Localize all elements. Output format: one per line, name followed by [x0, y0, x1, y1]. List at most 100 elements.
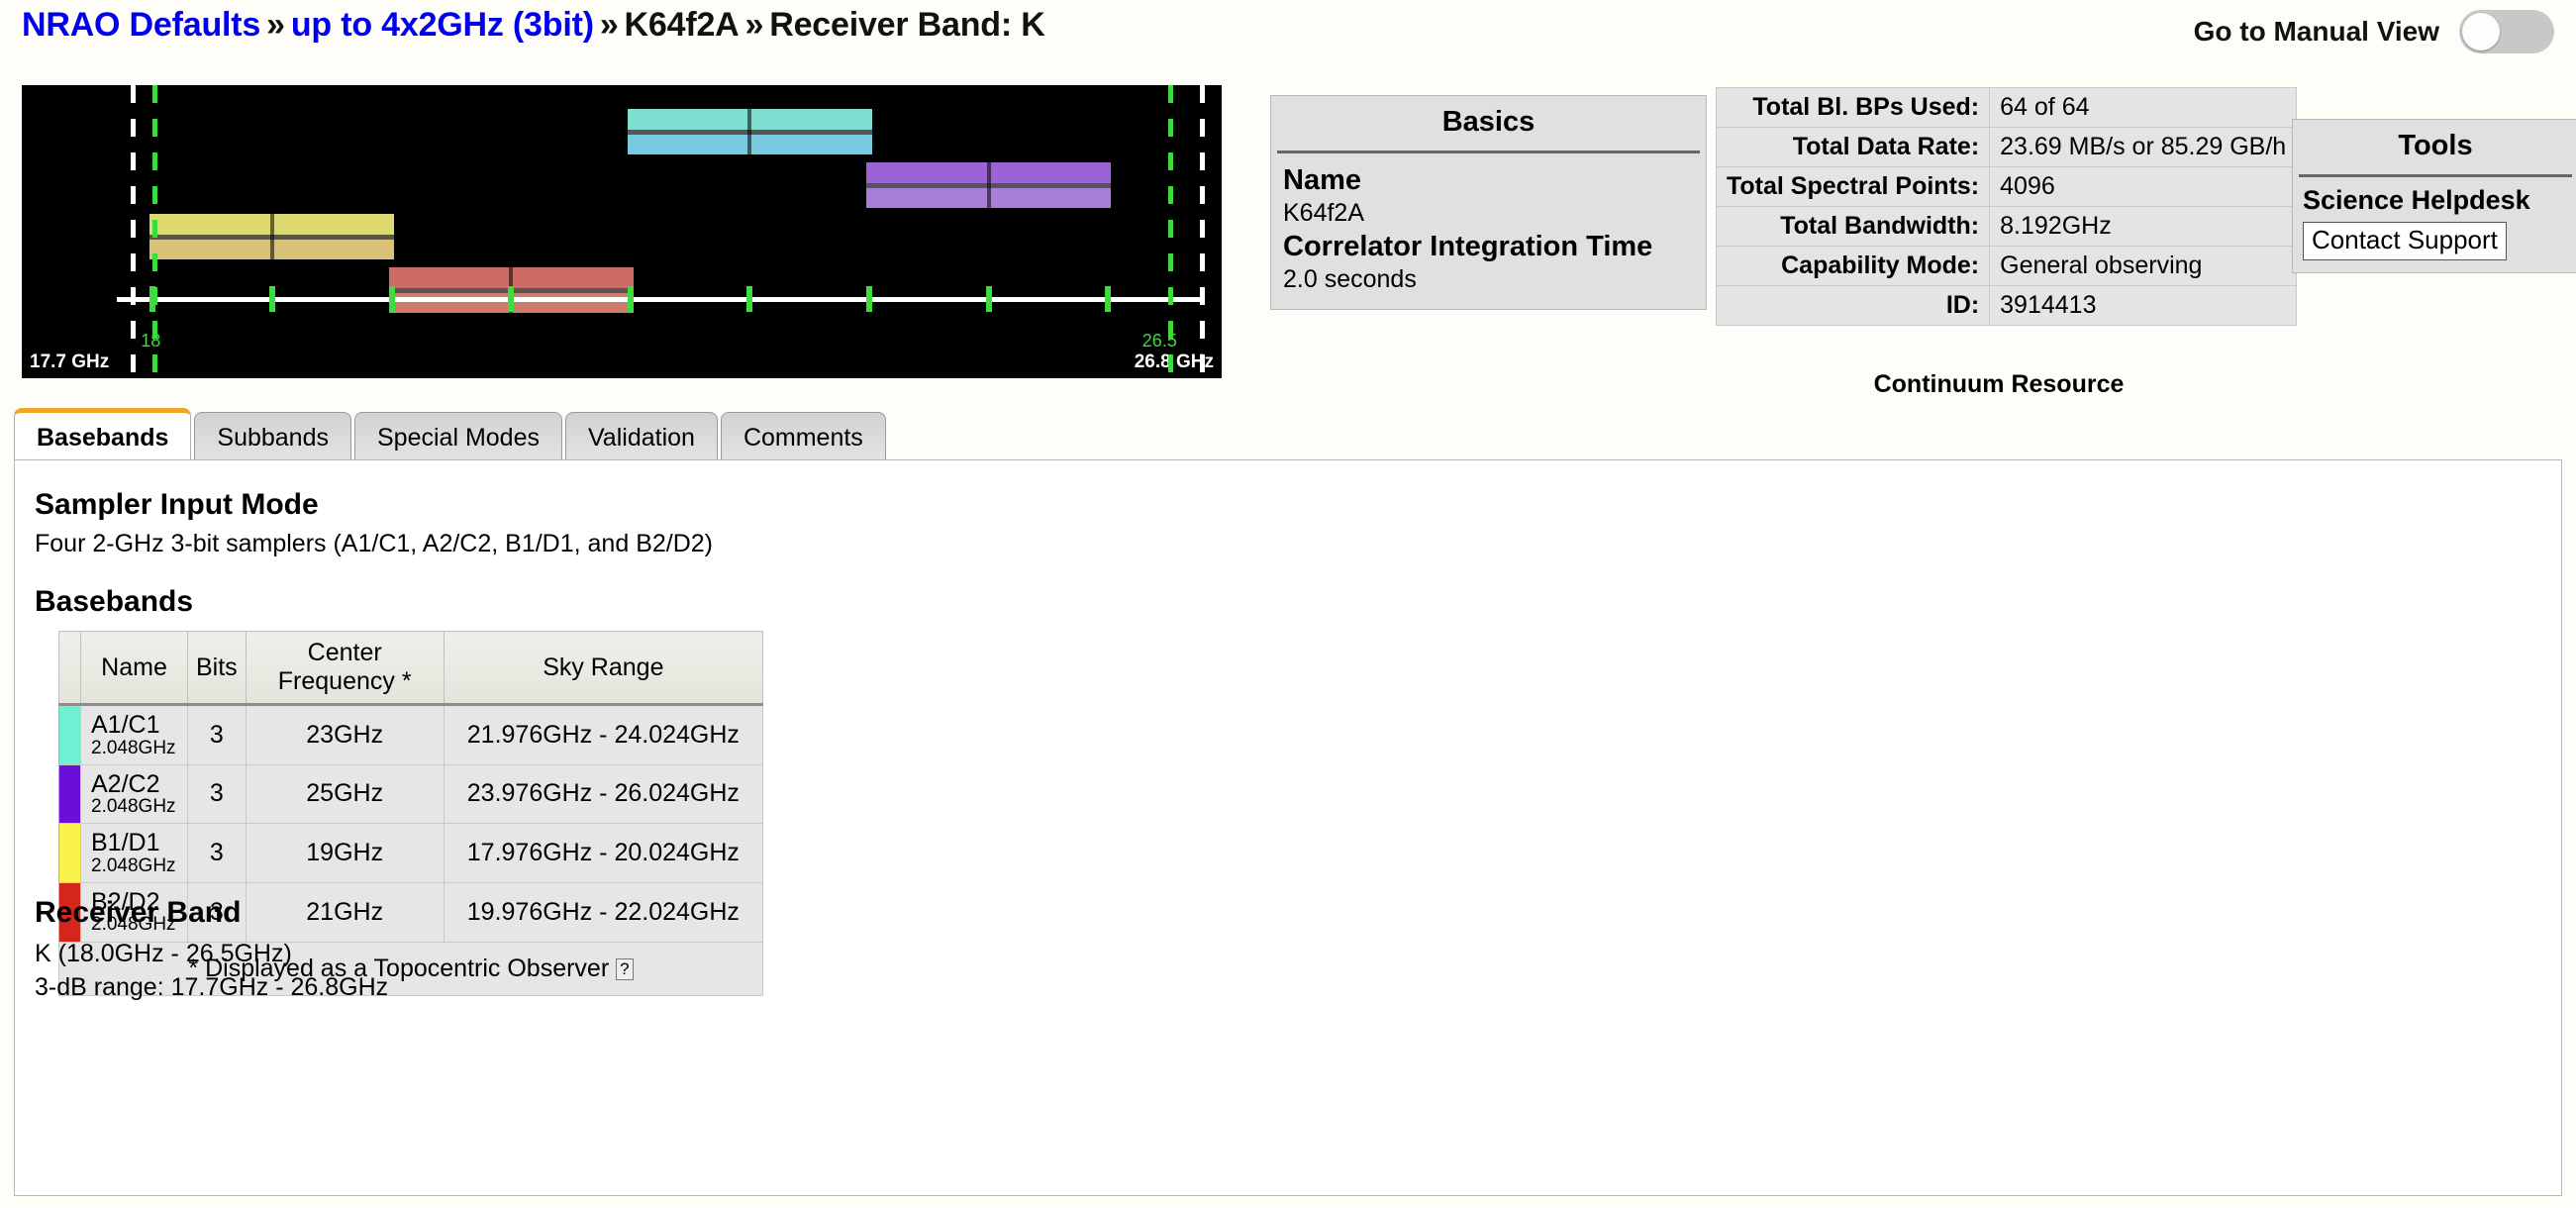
receiver-band-heading: Receiver Band [35, 896, 242, 929]
summary-label: Total Bandwidth: [1715, 206, 1991, 247]
tab-bar[interactable]: Basebands Subbands Special Modes Validation… [14, 408, 889, 463]
baseband-name: A1/C1 [91, 711, 160, 739]
resource-summary-table: Total Bl. BPs Used: 64 of 64 Total Data Ra… [1715, 87, 2298, 326]
bb-header-swatch[interactable] [58, 631, 81, 706]
spectrum-display[interactable]: 18 26.5 17.7 GHz 26.8 GHz [22, 85, 1222, 378]
summary-row: Total Spectral Points: 4096 [1715, 166, 2298, 207]
basics-title: Basics [1441, 106, 1536, 138]
axis-label-band-min: 18 [141, 331, 161, 351]
summary-value: 3914413 [1989, 285, 2298, 326]
baseband-sky-range: 23.976GHz - 26.024GHz [443, 763, 764, 825]
axis-tick-21 [508, 286, 515, 312]
baseband-bits: 3 [187, 823, 247, 883]
manual-view-toggle[interactable] [2459, 10, 2554, 53]
breadcrumb: NRAO Defaults» up to 4x2GHz (3bit)» K64f2A… [22, 6, 1045, 45]
tab-subbands[interactable]: Subbands [194, 412, 351, 463]
baseband-bandwidth: 2.048GHz [91, 796, 176, 818]
band-center-marker [269, 214, 274, 259]
basics-integration-time-label: Correlator Integration Time [1283, 230, 1653, 262]
summary-value: 64 of 64 [1989, 87, 2298, 128]
breadcrumb-item-2[interactable]: up to 4x2GHz (3bit) [291, 6, 594, 44]
summary-row: ID: 3914413 [1715, 285, 2298, 326]
baseband-name: A2/C2 [91, 769, 160, 798]
baseband-bits: 3 [187, 763, 247, 825]
summary-value: General observing [1989, 246, 2298, 286]
axis-tick-19 [268, 286, 275, 312]
axis-tick-20 [388, 286, 395, 312]
breadcrumb-item-6: Receiver Band: K [769, 6, 1045, 44]
baseband-color-swatch [58, 763, 81, 825]
summary-label: Total Bl. BPs Used: [1715, 87, 1991, 128]
breadcrumb-separator: » [599, 6, 619, 44]
tab-basebands[interactable]: Basebands [14, 408, 192, 463]
contact-support-button[interactable]: Contact Support [2303, 222, 2507, 260]
table-row[interactable]: A1/C1 2.048GHz 3 23GHz 21.976GHz - 24.024GHz [58, 704, 764, 765]
band-center-marker [986, 162, 991, 208]
spectrum-3db-left-line [131, 85, 136, 378]
axis-tick-24 [866, 286, 873, 312]
spectrum-band-b1-d1[interactable] [149, 214, 395, 259]
breadcrumb-item-4: K64f2A [624, 6, 740, 44]
tab-comments[interactable]: Comments [720, 412, 886, 463]
bb-header-center-frequency[interactable]: Center Frequency * [245, 631, 445, 706]
basics-name-label: Name [1283, 164, 1361, 196]
baseband-color-swatch [58, 823, 81, 883]
spectrum-band-max-line [1167, 85, 1173, 378]
baseband-name-cell: A2/C2 2.048GHz [80, 763, 188, 825]
basics-card: Basics Name K64f2A Correlator Integratio… [1270, 95, 1707, 311]
spectrum-3db-right-line [1200, 85, 1205, 378]
axis-tick-23 [746, 286, 753, 312]
baseband-center-frequency: 23GHz [245, 704, 445, 765]
summary-row: Total Data Rate: 23.69 MB/s or 85.29 GB/h [1715, 127, 2298, 167]
axis-tick-26 [1105, 286, 1112, 312]
resource-caption: Continuum Resource [1873, 370, 2125, 398]
basics-integration-time-value: 2.0 seconds [1283, 265, 1417, 293]
summary-value: 23.69 MB/s or 85.29 GB/h [1989, 127, 2298, 167]
basebands-heading: Basebands [35, 585, 194, 618]
axis-tick-22 [627, 286, 634, 312]
bb-header-name[interactable]: Name [80, 631, 188, 706]
basics-name-value: K64f2A [1283, 199, 1365, 228]
baseband-sky-range: 19.976GHz - 22.024GHz [443, 881, 764, 943]
summary-label: Capability Mode: [1715, 246, 1991, 286]
baseband-sky-range: 21.976GHz - 24.024GHz [443, 704, 764, 765]
manual-view-label: Go to Manual View [2193, 16, 2439, 47]
baseband-name-cell: A1/C1 2.048GHz [80, 704, 188, 765]
science-helpdesk-label: Science Helpdesk [2303, 185, 2530, 215]
baseband-color-swatch [58, 704, 81, 765]
tab-validation[interactable]: Validation [564, 412, 718, 463]
summary-row: Total Bandwidth: 8.192GHz [1715, 206, 2298, 247]
breadcrumb-item-0[interactable]: NRAO Defaults [22, 6, 260, 44]
band-center-marker [747, 109, 752, 154]
spectrum-band-a2-c2[interactable] [866, 162, 1112, 208]
table-row[interactable]: B1/D1 2.048GHz 3 19GHz 17.976GHz - 20.024GHz [58, 823, 764, 883]
bb-header-bits[interactable]: Bits [187, 631, 247, 706]
baseband-bits: 3 [187, 704, 247, 765]
axis-tick-25 [985, 286, 992, 312]
axis-label-left-3db: 17.7 GHz [30, 352, 110, 372]
help-icon[interactable]: ? [616, 957, 634, 980]
baseband-center-frequency: 21GHz [245, 881, 445, 943]
summary-label: Total Data Rate: [1715, 127, 1991, 167]
receiver-band-3db-range: 3-dB range: 17.7GHz - 26.8GHz [35, 973, 389, 1001]
baseband-bandwidth: 2.048GHz [91, 737, 176, 758]
manual-view-control[interactable]: Go to Manual View [2194, 10, 2554, 53]
basebands-panel: Sampler Input Mode Four 2-GHz 3-bit samp… [14, 459, 2562, 1196]
baseband-name: B1/D1 [91, 829, 160, 857]
basebands-table-header-row: Name Bits Center Frequency * Sky Range [58, 631, 764, 706]
breadcrumb-separator: » [744, 6, 764, 44]
spectrum-band-min-line [152, 85, 158, 378]
baseband-sky-range: 17.976GHz - 20.024GHz [443, 823, 764, 883]
tools-title: Tools [2398, 130, 2473, 161]
tab-special-modes[interactable]: Special Modes [354, 412, 562, 463]
summary-row: Total Bl. BPs Used: 64 of 64 [1715, 87, 2298, 128]
baseband-center-frequency: 19GHz [245, 823, 445, 883]
summary-value: 4096 [1989, 166, 2298, 207]
breadcrumb-separator: » [266, 6, 285, 44]
sampler-input-mode-heading: Sampler Input Mode [35, 488, 319, 521]
table-row[interactable]: A2/C2 2.048GHz 3 25GHz 23.976GHz - 26.024GHz [58, 763, 764, 825]
spectrum-band-a1-c1[interactable] [627, 109, 873, 154]
tools-card: Tools Science Helpdesk Contact Support [2292, 119, 2576, 273]
toggle-knob [2462, 13, 2500, 50]
bb-header-sky-range[interactable]: Sky Range [443, 631, 764, 706]
